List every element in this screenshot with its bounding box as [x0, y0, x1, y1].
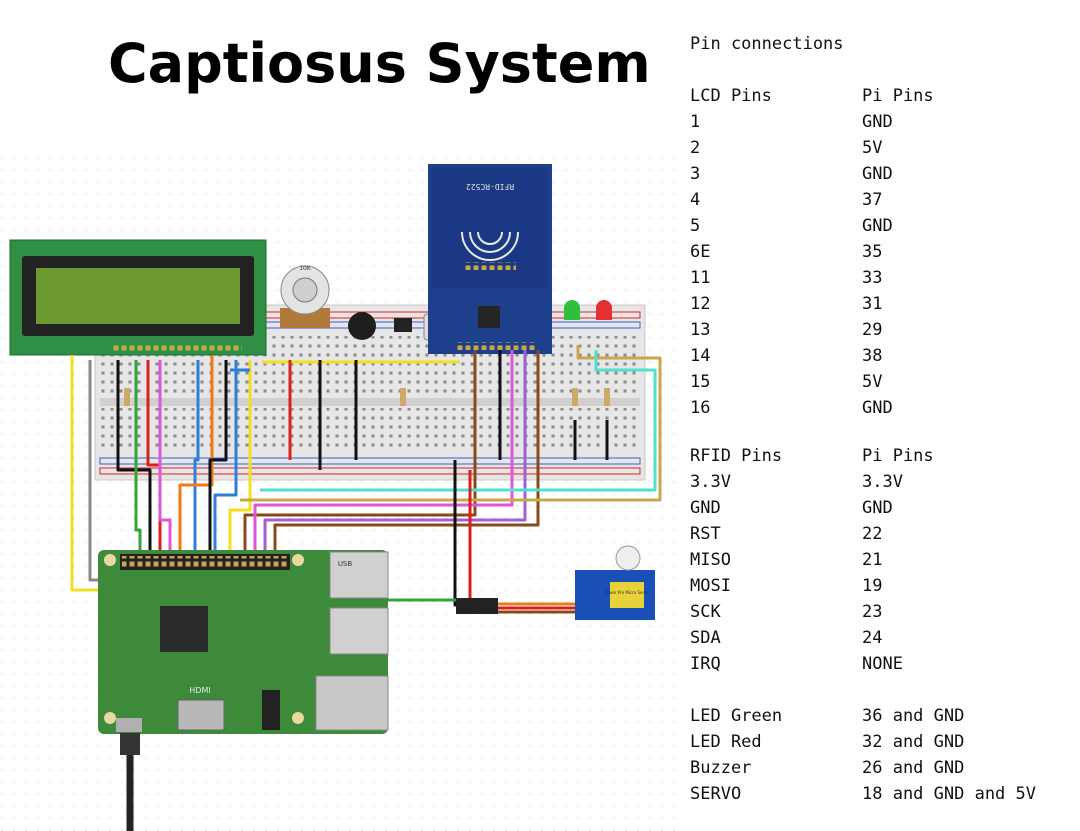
resistor [400, 388, 406, 406]
led-red [596, 300, 612, 320]
potentiometer: 10K [280, 265, 330, 328]
hdmi-label: HDMI [189, 686, 210, 695]
rfid-label: RFID-RC522 [466, 182, 514, 191]
raspberry-pi: HDMI USB [98, 550, 389, 734]
resistor [572, 388, 578, 406]
rfid-col1-header: RFID Pins [690, 446, 783, 466]
pin-panel-heading: Pin connections [690, 34, 844, 54]
servo-label: Tower Pro Micro Servo [604, 590, 650, 595]
lcd-display [9, 239, 267, 356]
resistor [124, 388, 130, 406]
lcd-col1-header: LCD Pins [690, 86, 772, 106]
led-green [564, 300, 580, 320]
buzzer [348, 312, 376, 340]
transistor [394, 318, 412, 332]
lcd-col2-header: Pi Pins [862, 86, 934, 106]
resistor [604, 388, 610, 406]
rfid-col2-header: Pi Pins [862, 446, 934, 466]
usb-label: USB [338, 560, 353, 568]
pot-label: 10K [299, 265, 312, 272]
rfid-module: RFID-RC522 [428, 164, 552, 354]
